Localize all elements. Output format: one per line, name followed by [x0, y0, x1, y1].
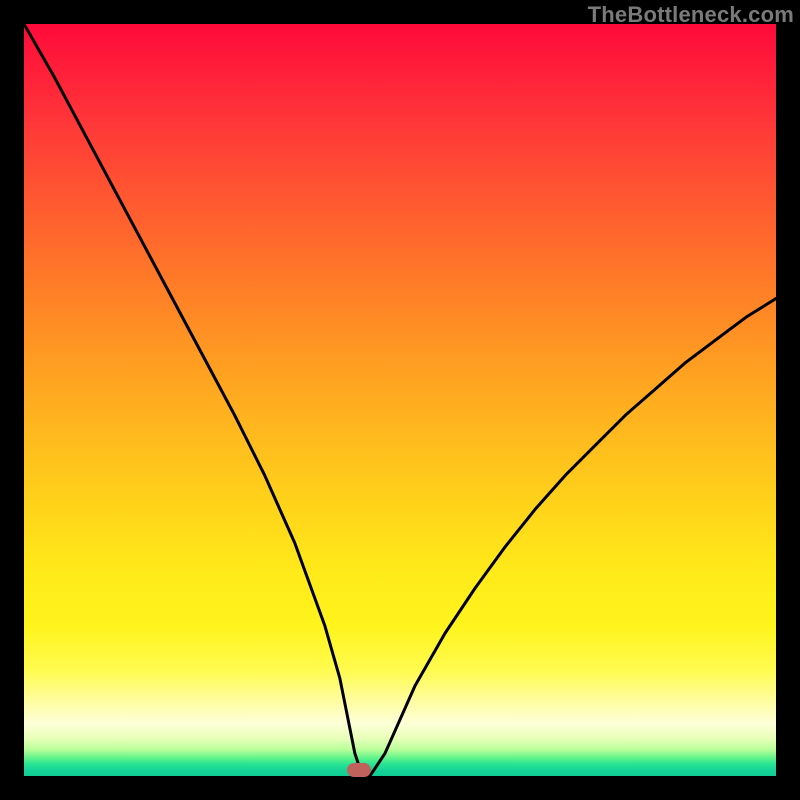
curve-path — [24, 24, 776, 776]
plot-area — [24, 24, 776, 776]
chart-frame: TheBottleneck.com — [0, 0, 800, 800]
bottleneck-curve — [24, 24, 776, 776]
watermark-text: TheBottleneck.com — [588, 2, 794, 28]
minimum-marker — [347, 763, 371, 777]
